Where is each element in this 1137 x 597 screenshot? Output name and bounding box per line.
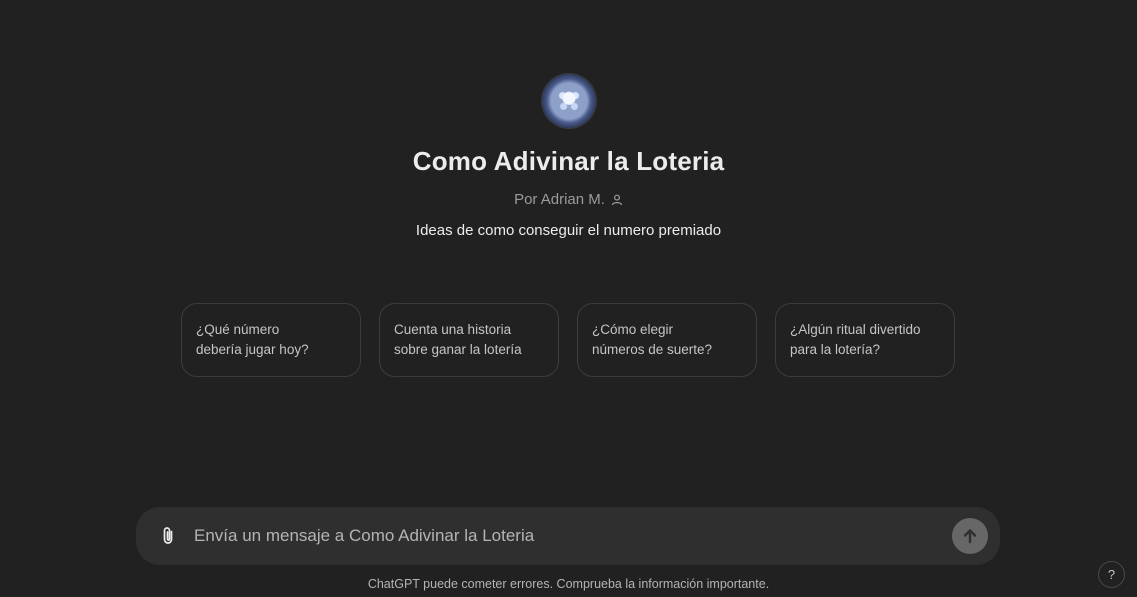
gpt-avatar (541, 74, 596, 128)
suggestion-line: debería jugar hoy? (196, 342, 309, 357)
gpt-author[interactable]: Por Adrian M. (514, 191, 623, 208)
suggestion-line: ¿Qué número (196, 322, 280, 337)
suggestion-line: Cuenta una historia (394, 322, 512, 337)
message-composer (136, 507, 1000, 565)
chat-page: Como Adivinar la Loteria Por Adrian M. I… (0, 0, 1137, 597)
suggestion-card[interactable]: ¿Qué número debería jugar hoy? (181, 303, 361, 377)
message-input[interactable] (194, 526, 952, 546)
suggestion-line: ¿Cómo elegir (592, 322, 674, 337)
suggestion-cards: ¿Qué número debería jugar hoy? Cuenta un… (181, 303, 955, 377)
gpt-title: Como Adivinar la Loteria (412, 146, 725, 176)
paperclip-icon (163, 527, 173, 544)
suggestion-line: sobre ganar la lotería (394, 342, 522, 357)
help-button[interactable]: ? (1098, 561, 1125, 588)
person-icon (611, 194, 623, 205)
attach-button[interactable] (158, 526, 178, 546)
send-button[interactable] (952, 518, 988, 554)
suggestion-card[interactable]: ¿Algún ritual divertido para la lotería? (775, 303, 955, 377)
suggestion-line: ¿Algún ritual divertido (790, 322, 921, 337)
suggestion-card[interactable]: Cuenta una historia sobre ganar la loter… (379, 303, 559, 377)
gpt-description: Ideas de como conseguir el numero premia… (415, 222, 722, 239)
suggestion-card[interactable]: ¿Cómo elegir números de suerte? (577, 303, 757, 377)
suggestion-line: números de suerte? (592, 342, 713, 357)
arrow-up-icon (963, 529, 977, 544)
suggestion-line: para la lotería? (790, 342, 881, 357)
gpt-header: Como Adivinar la Loteria Por Adrian M. I… (0, 74, 1137, 239)
author-label: Por Adrian M. (514, 191, 605, 208)
disclaimer-text: ChatGPT puede cometer errores. Comprueba… (367, 577, 770, 591)
